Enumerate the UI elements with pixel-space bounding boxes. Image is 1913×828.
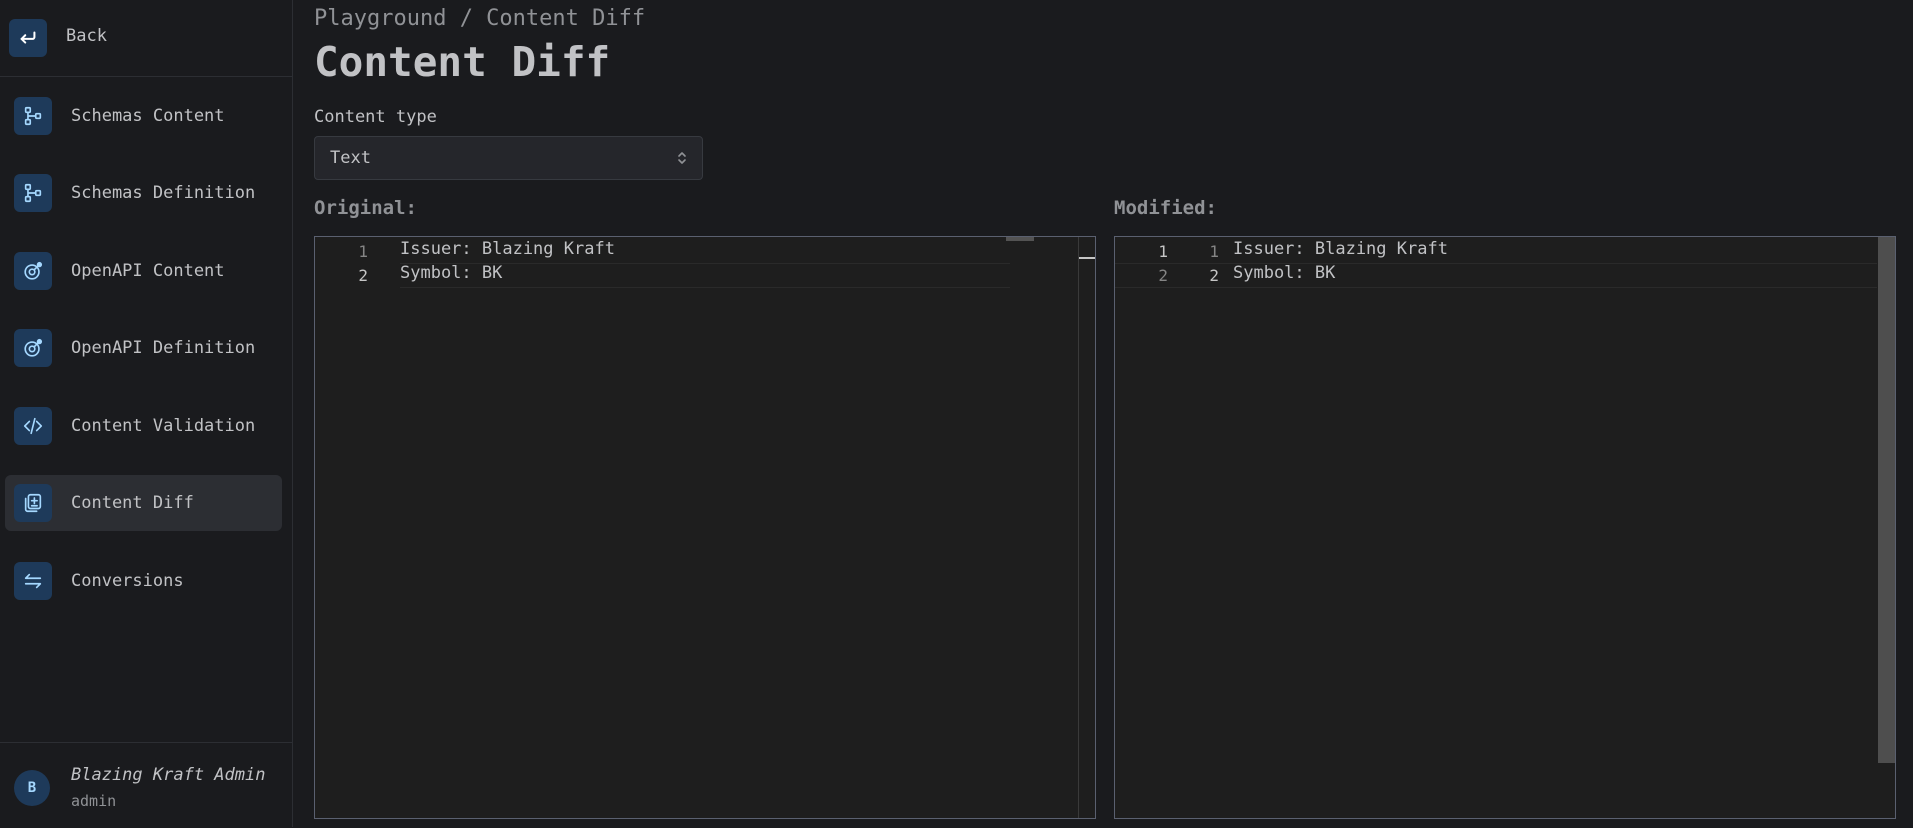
- sidebar-item-label: Schemas Content: [71, 106, 225, 126]
- line-divider: [1115, 287, 1877, 288]
- line-divider: [400, 287, 1010, 288]
- back-label: Back: [66, 26, 107, 46]
- modified-label: Modified:: [1114, 197, 1217, 219]
- sidebar-item-label: OpenAPI Content: [71, 261, 225, 281]
- modified-editor[interactable]: 1 1 Issuer: Blazing Kraft 2 2 Symbol: BK: [1114, 236, 1896, 819]
- sidebar-item-label: OpenAPI Definition: [71, 338, 256, 358]
- schema-icon: [14, 174, 52, 212]
- scrollbar-track: [1078, 237, 1079, 818]
- sidebar-item-label: Content Diff: [71, 493, 194, 513]
- modified-line-number: 2: [1209, 266, 1219, 285]
- code-line: Symbol: BK: [1233, 263, 1336, 283]
- user-role: admin: [71, 792, 117, 810]
- sidebar-item-openapi-definition[interactable]: OpenAPI Definition: [5, 320, 282, 376]
- code-line: Issuer: Blazing Kraft: [400, 239, 615, 259]
- avatar: B: [14, 770, 50, 806]
- line-number: 1: [358, 242, 368, 261]
- user-menu[interactable]: B Blazing Kraft Admin admin: [0, 742, 292, 828]
- sidebar-item-openapi-content[interactable]: OpenAPI Content: [5, 243, 282, 299]
- openapi-icon: [14, 329, 52, 367]
- code-line: Issuer: Blazing Kraft: [1233, 239, 1448, 259]
- line-divider: [1115, 263, 1877, 264]
- sidebar-item-content-validation[interactable]: Content Validation: [5, 398, 282, 454]
- breadcrumb: Playground / Content Diff: [314, 6, 646, 31]
- back-button[interactable]: Back: [0, 0, 292, 77]
- line-number: 2: [358, 266, 368, 285]
- schema-icon: [14, 97, 52, 135]
- diff-icon: [14, 484, 52, 522]
- content-type-label: Content type: [314, 107, 437, 127]
- original-label: Original:: [314, 197, 417, 219]
- sidebar-item-label: Content Validation: [71, 416, 256, 436]
- arrows-swap-icon: [14, 562, 52, 600]
- minimap[interactable]: [1006, 237, 1034, 241]
- sidebar: Back Schemas Content Schemas Definition …: [0, 0, 293, 827]
- code-icon: [14, 407, 52, 445]
- original-editor[interactable]: 1 Issuer: Blazing Kraft 2 Symbol: BK: [314, 236, 1096, 819]
- code-line: Symbol: BK: [400, 263, 503, 283]
- sidebar-item-schemas-content[interactable]: Schemas Content: [5, 88, 282, 144]
- back-arrow-icon: [9, 19, 47, 57]
- openapi-icon: [14, 252, 52, 290]
- sidebar-item-schemas-definition[interactable]: Schemas Definition: [5, 165, 282, 221]
- page-title: Content Diff: [314, 38, 611, 86]
- sidebar-item-label: Schemas Definition: [71, 183, 256, 203]
- content-type-value: Text: [330, 148, 371, 168]
- scrollbar-thumb[interactable]: [1878, 237, 1895, 763]
- chevron-up-down-icon: [678, 152, 686, 164]
- sidebar-item-content-diff[interactable]: Content Diff: [5, 475, 282, 531]
- modified-line-number: 1: [1209, 242, 1219, 261]
- scrollbar-thumb[interactable]: [1079, 257, 1095, 259]
- user-name: Blazing Kraft Admin: [71, 765, 266, 785]
- content-type-select[interactable]: Text: [314, 136, 703, 180]
- sidebar-item-conversions[interactable]: Conversions: [5, 553, 282, 609]
- sidebar-item-label: Conversions: [71, 571, 184, 591]
